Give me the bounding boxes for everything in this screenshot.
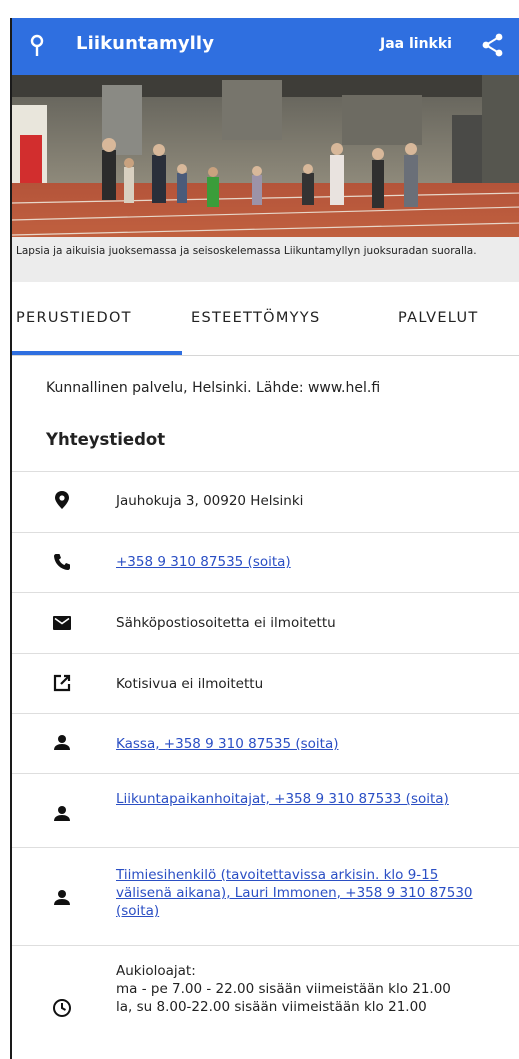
contact-team-lead-link[interactable]: Tiimiesihenkilö (tavoitettavissa arkisin… — [116, 866, 496, 920]
external-link-icon — [53, 674, 71, 692]
contact-kassa-link[interactable]: Kassa, +358 9 310 87535 (soita) — [116, 735, 496, 753]
contact-row-website: Kotisivua ei ilmoitettu — [12, 653, 519, 713]
location-pin-icon — [55, 491, 69, 509]
map-pin-icon — [30, 34, 44, 56]
contact-row-opening-hours: Aukioloajat: ma - pe 7.00 - 22.00 sisään… — [12, 945, 519, 1059]
clock-icon — [53, 999, 71, 1017]
contact-row-email: Sähköpostiosoitetta ei ilmoitettu — [12, 592, 519, 653]
share-link-button[interactable]: Jaa linkki — [380, 36, 452, 52]
person-icon — [54, 890, 70, 905]
mail-icon — [53, 616, 71, 630]
person-icon — [54, 735, 70, 750]
opening-hours-weekend: la, su 8.00-22.00 sisään viimeistään klo… — [116, 999, 427, 1015]
tab-perustiedot[interactable]: PERUSTIEDOT — [16, 310, 132, 326]
contact-email: Sähköpostiosoitetta ei ilmoitettu — [116, 615, 336, 631]
hero-image — [12, 75, 519, 237]
opening-hours-weekdays: ma - pe 7.00 - 22.00 sisään viimeistään … — [116, 981, 451, 997]
contact-row-maintenance: Liikuntapaikanhoitajat, +358 9 310 87533… — [12, 773, 519, 847]
app-frame: Liikuntamylly Jaa linkki Lapsia ja aikui… — [10, 18, 519, 1059]
active-tab-indicator — [12, 351, 182, 355]
tab-bar: PERUSTIEDOT ESTEETTÖMYYS PALVELUT — [12, 282, 519, 356]
hero-caption: Lapsia ja aikuisia juoksemassa ja seisos… — [12, 237, 519, 282]
phone-icon — [54, 554, 70, 570]
service-source: Kunnallinen palvelu, Helsinki. Lähde: ww… — [46, 380, 381, 396]
contact-address: Jauhokuja 3, 00920 Helsinki — [116, 493, 304, 509]
opening-hours-title: Aukioloajat: — [116, 963, 196, 979]
contact-maintenance-link[interactable]: Liikuntapaikanhoitajat, +358 9 310 87533… — [116, 790, 496, 808]
share-icon[interactable] — [482, 33, 504, 57]
person-icon — [54, 806, 70, 821]
contact-row-kassa: Kassa, +358 9 310 87535 (soita) — [12, 713, 519, 773]
tab-esteettomyys[interactable]: ESTEETTÖMYYS — [191, 310, 320, 326]
contact-website: Kotisivua ei ilmoitettu — [116, 676, 264, 692]
app-header: Liikuntamylly Jaa linkki — [12, 18, 519, 75]
contact-row-team-lead: Tiimiesihenkilö (tavoitettavissa arkisin… — [12, 847, 519, 945]
opening-hours: Aukioloajat: ma - pe 7.00 - 22.00 sisään… — [116, 962, 496, 1016]
section-title-contacts: Yhteystiedot — [46, 430, 166, 449]
contact-row-address: Jauhokuja 3, 00920 Helsinki — [12, 471, 519, 532]
contact-row-phone: +358 9 310 87535 (soita) — [12, 532, 519, 592]
tab-palvelut[interactable]: PALVELUT — [398, 310, 479, 326]
page-title: Liikuntamylly — [76, 33, 215, 54]
contact-phone-link[interactable]: +358 9 310 87535 (soita) — [116, 553, 496, 571]
